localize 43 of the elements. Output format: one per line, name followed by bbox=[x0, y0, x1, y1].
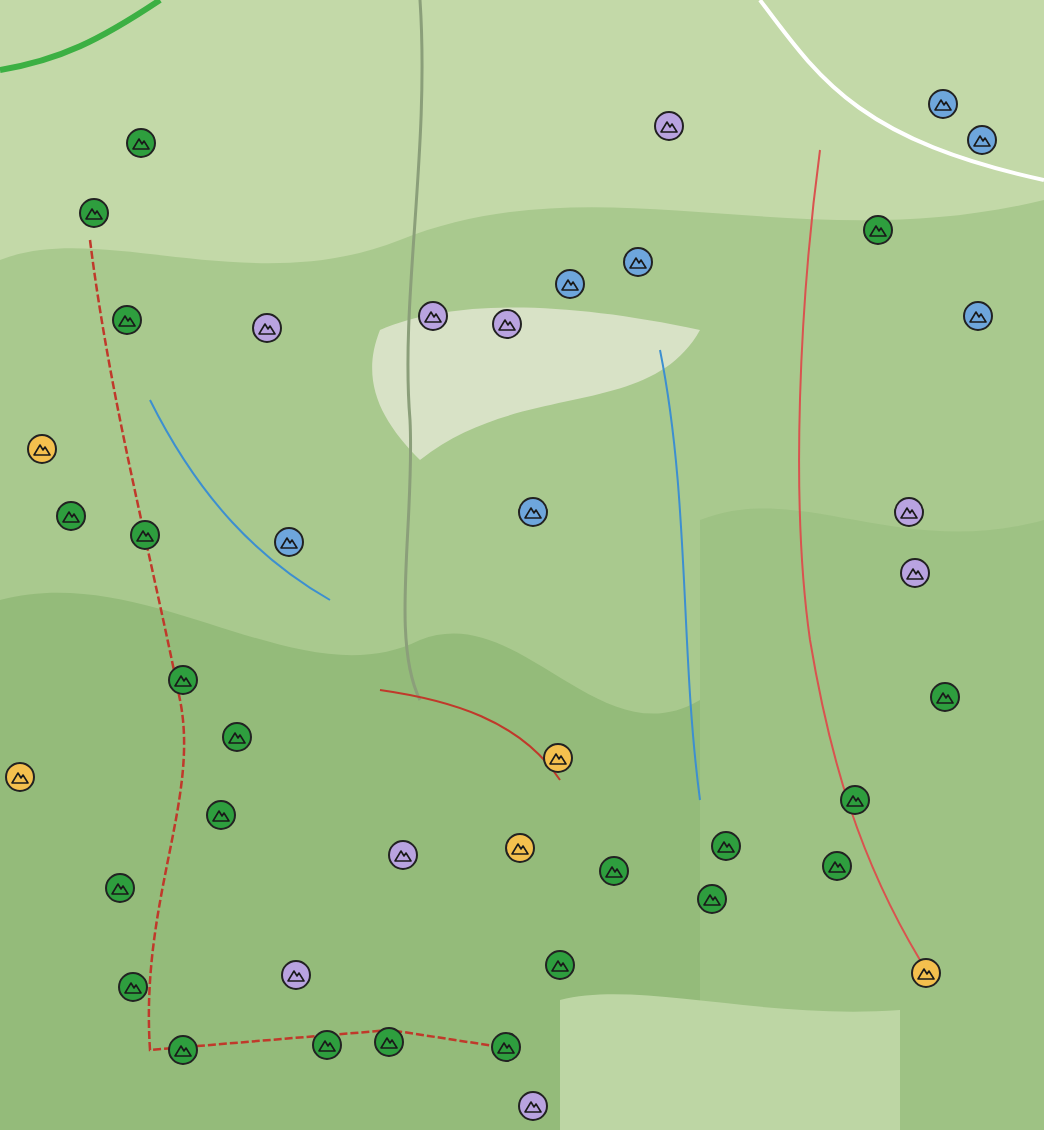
mountain-icon bbox=[258, 321, 276, 335]
mountain-icon bbox=[551, 958, 569, 972]
mountain-icon bbox=[228, 730, 246, 744]
mountain-icon bbox=[280, 535, 298, 549]
mountain-icon bbox=[969, 309, 987, 323]
mountain-icon bbox=[111, 881, 129, 895]
mountain-icon bbox=[511, 841, 529, 855]
mountain-icon bbox=[524, 1099, 542, 1113]
mountain-icon bbox=[394, 848, 412, 862]
mountain-icon bbox=[549, 751, 567, 765]
mountain-icon bbox=[498, 317, 516, 331]
mountain-icon bbox=[424, 309, 442, 323]
mountain-icon bbox=[174, 673, 192, 687]
mountain-icon bbox=[703, 892, 721, 906]
mountain-icon bbox=[934, 97, 952, 111]
mountain-icon bbox=[660, 119, 678, 133]
mountain-icon bbox=[118, 313, 136, 327]
mountain-icon bbox=[11, 770, 29, 784]
mountain-icon bbox=[287, 968, 305, 982]
mountain-icon bbox=[900, 505, 918, 519]
mountain-icon bbox=[629, 255, 647, 269]
mountain-icon bbox=[605, 864, 623, 878]
mountain-icon bbox=[174, 1043, 192, 1057]
mountain-icon bbox=[846, 793, 864, 807]
mountain-icon bbox=[828, 859, 846, 873]
mountain-icon bbox=[869, 223, 887, 237]
mountain-icon bbox=[132, 136, 150, 150]
mountain-icon bbox=[124, 980, 142, 994]
mountain-icon bbox=[524, 505, 542, 519]
mountain-icon bbox=[380, 1035, 398, 1049]
mountain-icon bbox=[212, 808, 230, 822]
mountain-icon bbox=[936, 690, 954, 704]
mountain-icon bbox=[917, 966, 935, 980]
mountain-icon bbox=[136, 528, 154, 542]
mountain-icon bbox=[717, 839, 735, 853]
mountain-icon bbox=[906, 566, 924, 580]
mountain-icon bbox=[318, 1038, 336, 1052]
mountain-icon bbox=[33, 442, 51, 456]
mountain-icon bbox=[497, 1040, 515, 1054]
mountain-icon bbox=[85, 206, 103, 220]
mountain-icon bbox=[62, 509, 80, 523]
mountain-icon bbox=[973, 133, 991, 147]
mountain-icon bbox=[561, 277, 579, 291]
